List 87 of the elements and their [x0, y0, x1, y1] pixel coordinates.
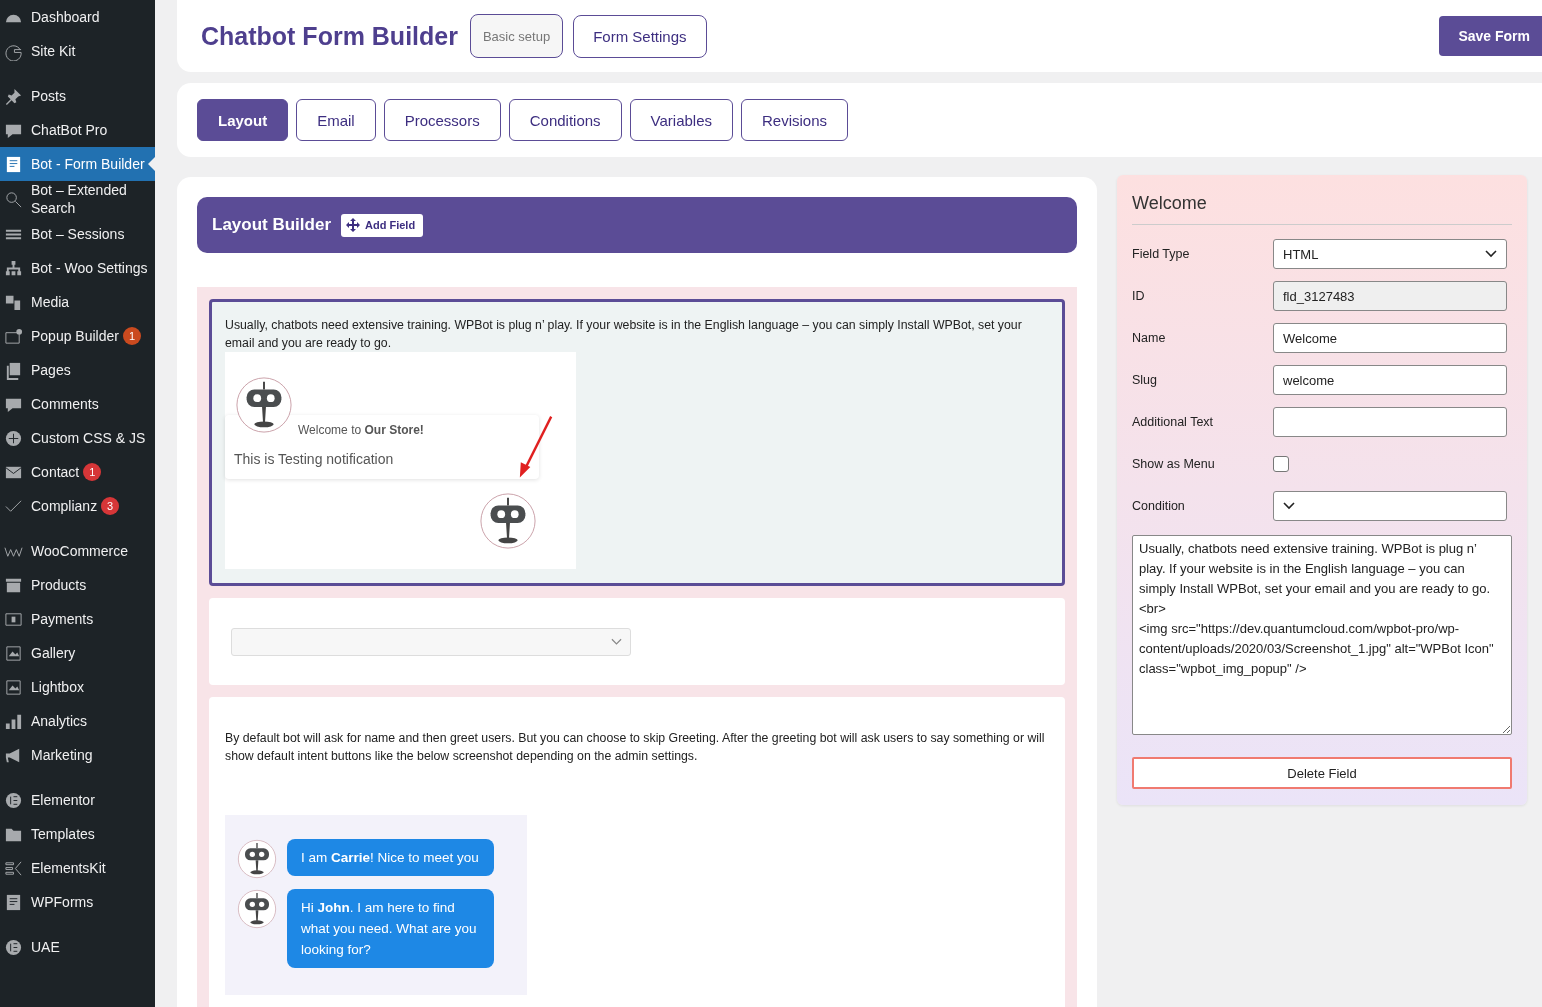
sidebar-item[interactable]: Lightbox: [0, 670, 155, 704]
move-arrows-icon: [345, 217, 361, 233]
sidebar-item[interactable]: Marketing: [0, 738, 155, 772]
document-icon: [4, 154, 23, 174]
field-label: ID: [1132, 289, 1146, 303]
sidebar-item[interactable]: Contact 1: [0, 455, 155, 489]
tab[interactable]: Processors: [383, 99, 501, 142]
robot-avatar-drawing: [237, 839, 277, 879]
field-label: Condition: [1132, 499, 1186, 513]
text-field[interactable]: welcome: [1273, 365, 1507, 395]
sidebar-item[interactable]: Templates: [0, 817, 155, 851]
html-content-field[interactable]: Usually, chatbots need extensive training. WPBot is plug n’ play. If your website is in the English language – you can simply Install WPBot, set your email and you are ready to go. <br> <img src="https://dev.quantumcloud.com/wpbot-pro/wp-content/uploads/2020/03/Screenshot_1.jpg" alt="WPBot Icon" class="wpbot_img_popup" />: [1132, 535, 1512, 735]
panel-title: Welcome: [1132, 193, 1512, 225]
add-field-button[interactable]: Add Field: [341, 213, 424, 237]
greeting-text: Welcome to Our Store!: [298, 423, 424, 437]
picture-icon: [4, 643, 23, 663]
checkbox[interactable]: [1273, 456, 1289, 472]
field-card[interactable]: [209, 697, 1065, 1007]
sidebar-item[interactable]: Dashboard: [0, 0, 155, 34]
field-card[interactable]: [209, 299, 1065, 586]
sidebar-item[interactable]: Complianz 3: [0, 489, 155, 523]
chat-bubble: Hi John. I am here to find what you need. What are you looking for?: [287, 889, 494, 968]
sidebar-item[interactable]: ChatBot Pro: [0, 113, 155, 147]
page-title: Chatbot Form Builder: [201, 21, 458, 51]
layout-builder-title: Layout Builder: [212, 215, 331, 235]
field-text: By default bot will ask for name and then greet users. But you can choose to skip Greeting. After the greeting bot will ask users to say something or will show default intent buttons like the below screenshot depending on the admin settings.: [225, 730, 1046, 765]
sidebar-item[interactable]: Posts: [0, 79, 155, 113]
header-button[interactable]: Form Settings: [573, 14, 707, 58]
field-label: Name: [1132, 331, 1167, 345]
sidebar-item[interactable]: Media: [0, 285, 155, 319]
sidebar-item[interactable]: Elementor: [0, 783, 155, 817]
header-button[interactable]: Basic setup: [469, 14, 564, 59]
sidebar-item[interactable]: Popup Builder 1: [0, 319, 155, 353]
tab[interactable]: Variables: [629, 99, 734, 142]
save-form-button[interactable]: Save Form: [1439, 16, 1542, 57]
sidebar-item[interactable]: Custom CSS & JS: [0, 421, 155, 455]
id-field[interactable]: fld_3127483: [1273, 281, 1507, 311]
sidebar-item[interactable]: Gallery: [0, 636, 155, 670]
notification-text: This is Testing notification: [234, 451, 394, 467]
window-icon: [4, 326, 23, 346]
sidebar-item[interactable]: Comments: [0, 387, 155, 421]
sidebar-item[interactable]: Site Kit: [0, 34, 155, 68]
sidebar-item[interactable]: Bot - Form Builder: [0, 147, 155, 181]
count-badge: 1: [83, 463, 102, 481]
field-text: Usually, chatbots need extensive training. WPBot is plug n’ play. If your website is in the English language – you can simply Install WPBot, set your email and you are ready to go.: [225, 317, 1023, 352]
sidebar-item[interactable]: Products: [0, 568, 155, 602]
caret-icon: [1283, 502, 1295, 510]
search-icon: [4, 189, 23, 209]
field-label: Additional Text: [1132, 415, 1215, 429]
robot-avatar-drawing: [479, 492, 537, 550]
circle-lines-icon: [4, 790, 23, 810]
text-field[interactable]: [1273, 407, 1507, 437]
sidebar-item[interactable]: Bot - Woo Settings: [0, 251, 155, 285]
sidebar-item[interactable]: Pages: [0, 353, 155, 387]
tab[interactable]: Email: [296, 99, 376, 142]
tab[interactable]: Layout: [197, 99, 289, 142]
sidebar-item[interactable]: ElementsKit: [0, 851, 155, 885]
caret-icon: [1485, 250, 1497, 258]
field-label: Slug: [1132, 373, 1159, 387]
sidebar-item[interactable]: Payments: [0, 602, 155, 636]
pages-icon: [4, 360, 23, 380]
circle-lines-icon: [4, 937, 23, 957]
sidebar-item[interactable]: UAE: [0, 930, 155, 964]
tab[interactable]: Conditions: [508, 99, 622, 142]
picture-frame-icon: [4, 677, 23, 697]
plus-circle-icon: [4, 428, 23, 448]
text-field[interactable]: Welcome: [1273, 323, 1507, 353]
select-field[interactable]: [1273, 491, 1507, 521]
tab[interactable]: Revisions: [741, 99, 849, 142]
count-badge: 3: [101, 497, 120, 515]
field-label: Field Type: [1132, 247, 1191, 261]
pin-icon: [4, 86, 23, 106]
count-badge: 1: [122, 327, 141, 345]
sidebar-item[interactable]: WooCommerce: [0, 534, 155, 568]
select-field[interactable]: HTML: [1273, 239, 1507, 269]
sidebar-item[interactable]: Analytics: [0, 704, 155, 738]
delete-field-button[interactable]: Delete Field: [1132, 757, 1512, 789]
robot-avatar-drawing: [237, 889, 277, 929]
sitemap-icon: [4, 258, 23, 278]
sidebar-item[interactable]: Bot – Extended Search: [0, 181, 155, 217]
sidebar-item[interactable]: Bot – Sessions: [0, 217, 155, 251]
chat-bubble: I am Carrie! Nice to meet you: [287, 839, 494, 876]
field-card[interactable]: [209, 598, 1065, 685]
sidebar-item[interactable]: WPForms: [0, 885, 155, 919]
caret-icon: [611, 637, 622, 646]
form-icon: [4, 892, 23, 912]
field-label: Show as Menu: [1132, 457, 1216, 471]
